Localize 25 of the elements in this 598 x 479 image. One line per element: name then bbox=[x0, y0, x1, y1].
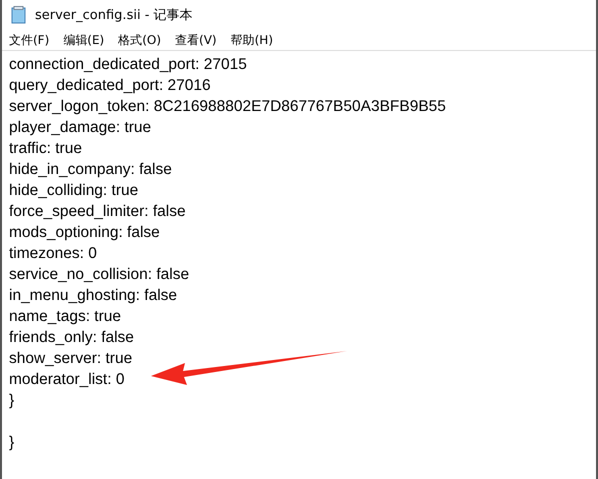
text-line: force_speed_limiter: false bbox=[9, 203, 186, 220]
text-line: } bbox=[9, 434, 14, 451]
text-line: } bbox=[9, 392, 14, 409]
text-line: in_menu_ghosting: false bbox=[9, 287, 178, 304]
text-line: hide_in_company: false bbox=[9, 161, 172, 178]
text-line: server_logon_token: 8C216988802E7D867767B50A3BFB9B55 bbox=[9, 98, 446, 115]
text-line: connection_dedicated_port: 27015 bbox=[9, 56, 247, 73]
text-line: friends_only: false bbox=[9, 329, 134, 346]
text-line: name_tags: true bbox=[9, 308, 122, 325]
window-title: server_config.sii - 记事本 bbox=[35, 7, 193, 24]
text-line: service_no_collision: false bbox=[9, 266, 190, 283]
menu-item[interactable]: 编辑(E) bbox=[63, 32, 104, 48]
text-line: moderator_list: 0 bbox=[9, 371, 124, 388]
text-line: mods_optioning: false bbox=[9, 224, 160, 241]
menu-item[interactable]: 格式(O) bbox=[118, 32, 162, 48]
text-line: show_server: true bbox=[9, 350, 132, 367]
text-line: traffic: true bbox=[9, 140, 82, 157]
menu-item[interactable]: 文件(F) bbox=[9, 32, 50, 48]
text-line: hide_colliding: true bbox=[9, 182, 138, 199]
text-line: player_damage: true bbox=[9, 119, 152, 136]
menu-item[interactable]: 查看(V) bbox=[175, 32, 217, 48]
text-line: timezones: 0 bbox=[9, 245, 97, 262]
text-line: query_dedicated_port: 27016 bbox=[9, 77, 211, 94]
notepad-icon bbox=[11, 6, 27, 24]
menu-item[interactable]: 帮助(H) bbox=[230, 32, 273, 48]
